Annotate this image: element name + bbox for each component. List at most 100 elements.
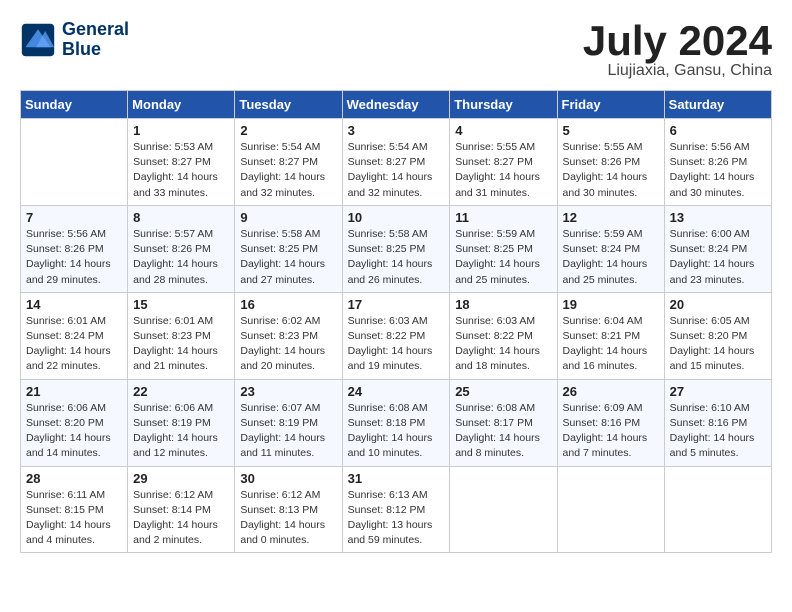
- calendar-cell: 1 Sunrise: 5:53 AMSunset: 8:27 PMDaylight…: [128, 119, 235, 206]
- day-number: 22: [133, 384, 229, 399]
- day-number: 25: [455, 384, 551, 399]
- day-info: Sunrise: 5:55 AMSunset: 8:27 PMDaylight:…: [455, 140, 551, 201]
- day-number: 27: [670, 384, 766, 399]
- day-info: Sunrise: 6:01 AMSunset: 8:24 PMDaylight:…: [26, 314, 122, 375]
- day-info: Sunrise: 5:54 AMSunset: 8:27 PMDaylight:…: [240, 140, 336, 201]
- month-title: July 2024: [583, 20, 772, 62]
- day-number: 12: [563, 210, 659, 225]
- logo-icon: [20, 22, 56, 58]
- day-info: Sunrise: 6:03 AMSunset: 8:22 PMDaylight:…: [455, 314, 551, 375]
- calendar-cell: 12 Sunrise: 5:59 AMSunset: 8:24 PMDayligh…: [557, 205, 664, 292]
- day-info: Sunrise: 6:02 AMSunset: 8:23 PMDaylight:…: [240, 314, 336, 375]
- day-info: Sunrise: 6:00 AMSunset: 8:24 PMDaylight:…: [670, 227, 766, 288]
- page-header: General Blue July 2024 Liujiaxia, Gansu,…: [20, 20, 772, 80]
- day-info: Sunrise: 5:57 AMSunset: 8:26 PMDaylight:…: [133, 227, 229, 288]
- day-info: Sunrise: 5:54 AMSunset: 8:27 PMDaylight:…: [348, 140, 445, 201]
- calendar-table: SundayMondayTuesdayWednesdayThursdayFrid…: [20, 90, 772, 553]
- day-info: Sunrise: 5:59 AMSunset: 8:25 PMDaylight:…: [455, 227, 551, 288]
- calendar-week-4: 21 Sunrise: 6:06 AMSunset: 8:20 PMDayligh…: [21, 379, 772, 466]
- calendar-week-3: 14 Sunrise: 6:01 AMSunset: 8:24 PMDayligh…: [21, 292, 772, 379]
- calendar-cell: 25 Sunrise: 6:08 AMSunset: 8:17 PMDayligh…: [450, 379, 557, 466]
- logo: General Blue: [20, 20, 129, 60]
- calendar-cell: 21 Sunrise: 6:06 AMSunset: 8:20 PMDayligh…: [21, 379, 128, 466]
- calendar-cell: 29 Sunrise: 6:12 AMSunset: 8:14 PMDayligh…: [128, 466, 235, 553]
- day-info: Sunrise: 5:59 AMSunset: 8:24 PMDaylight:…: [563, 227, 659, 288]
- calendar-cell: 4Sunrise: 5:55 AMSunset: 8:27 PMDaylight…: [450, 119, 557, 206]
- day-number: 17: [348, 297, 445, 312]
- day-number: 14: [26, 297, 122, 312]
- day-number: 8: [133, 210, 229, 225]
- calendar-cell: 6 Sunrise: 5:56 AMSunset: 8:26 PMDaylight…: [664, 119, 771, 206]
- day-info: Sunrise: 6:12 AMSunset: 8:14 PMDaylight:…: [133, 488, 229, 549]
- day-number: 19: [563, 297, 659, 312]
- day-number: 6: [670, 123, 766, 138]
- day-info: Sunrise: 6:07 AMSunset: 8:19 PMDaylight:…: [240, 401, 336, 462]
- calendar-cell: 23Sunrise: 6:07 AMSunset: 8:19 PMDayligh…: [235, 379, 342, 466]
- day-info: Sunrise: 6:13 AMSunset: 8:12 PMDaylight:…: [348, 488, 445, 549]
- calendar-cell: 15 Sunrise: 6:01 AMSunset: 8:23 PMDayligh…: [128, 292, 235, 379]
- day-info: Sunrise: 6:05 AMSunset: 8:20 PMDaylight:…: [670, 314, 766, 375]
- day-info: Sunrise: 5:55 AMSunset: 8:26 PMDaylight:…: [563, 140, 659, 201]
- day-number: 29: [133, 471, 229, 486]
- calendar-cell: 3Sunrise: 5:54 AMSunset: 8:27 PMDaylight…: [342, 119, 450, 206]
- day-info: Sunrise: 5:56 AMSunset: 8:26 PMDaylight:…: [670, 140, 766, 201]
- calendar-cell: 22Sunrise: 6:06 AMSunset: 8:19 PMDayligh…: [128, 379, 235, 466]
- day-info: Sunrise: 5:56 AMSunset: 8:26 PMDaylight:…: [26, 227, 122, 288]
- day-info: Sunrise: 6:04 AMSunset: 8:21 PMDaylight:…: [563, 314, 659, 375]
- weekday-header-row: SundayMondayTuesdayWednesdayThursdayFrid…: [21, 91, 772, 119]
- day-number: 2: [240, 123, 336, 138]
- day-number: 13: [670, 210, 766, 225]
- day-info: Sunrise: 5:58 AMSunset: 8:25 PMDaylight:…: [240, 227, 336, 288]
- day-number: 21: [26, 384, 122, 399]
- calendar-cell: 24Sunrise: 6:08 AMSunset: 8:18 PMDayligh…: [342, 379, 450, 466]
- weekday-friday: Friday: [557, 91, 664, 119]
- day-number: 1: [133, 123, 229, 138]
- day-number: 26: [563, 384, 659, 399]
- calendar-cell: 8 Sunrise: 5:57 AMSunset: 8:26 PMDaylight…: [128, 205, 235, 292]
- calendar-cell: 5 Sunrise: 5:55 AMSunset: 8:26 PMDaylight…: [557, 119, 664, 206]
- calendar-week-2: 7 Sunrise: 5:56 AMSunset: 8:26 PMDaylight…: [21, 205, 772, 292]
- calendar-cell: 10 Sunrise: 5:58 AMSunset: 8:25 PMDayligh…: [342, 205, 450, 292]
- day-number: 10: [348, 210, 445, 225]
- weekday-tuesday: Tuesday: [235, 91, 342, 119]
- weekday-sunday: Sunday: [21, 91, 128, 119]
- location-title: Liujiaxia, Gansu, China: [583, 62, 772, 80]
- calendar-cell: 18 Sunrise: 6:03 AMSunset: 8:22 PMDayligh…: [450, 292, 557, 379]
- calendar-cell: 17 Sunrise: 6:03 AMSunset: 8:22 PMDayligh…: [342, 292, 450, 379]
- calendar-cell: 31Sunrise: 6:13 AMSunset: 8:12 PMDayligh…: [342, 466, 450, 553]
- day-info: Sunrise: 5:58 AMSunset: 8:25 PMDaylight:…: [348, 227, 445, 288]
- calendar-cell: 16 Sunrise: 6:02 AMSunset: 8:23 PMDayligh…: [235, 292, 342, 379]
- day-number: 28: [26, 471, 122, 486]
- day-info: Sunrise: 5:53 AMSunset: 8:27 PMDaylight:…: [133, 140, 229, 201]
- day-number: 5: [563, 123, 659, 138]
- calendar-cell: 20Sunrise: 6:05 AMSunset: 8:20 PMDayligh…: [664, 292, 771, 379]
- day-number: 7: [26, 210, 122, 225]
- day-info: Sunrise: 6:12 AMSunset: 8:13 PMDaylight:…: [240, 488, 336, 549]
- day-info: Sunrise: 6:11 AMSunset: 8:15 PMDaylight:…: [26, 488, 122, 549]
- day-number: 16: [240, 297, 336, 312]
- calendar-cell: 9Sunrise: 5:58 AMSunset: 8:25 PMDaylight…: [235, 205, 342, 292]
- calendar-cell: 14 Sunrise: 6:01 AMSunset: 8:24 PMDayligh…: [21, 292, 128, 379]
- calendar-cell: 7 Sunrise: 5:56 AMSunset: 8:26 PMDaylight…: [21, 205, 128, 292]
- day-info: Sunrise: 6:10 AMSunset: 8:16 PMDaylight:…: [670, 401, 766, 462]
- calendar-week-1: 1 Sunrise: 5:53 AMSunset: 8:27 PMDaylight…: [21, 119, 772, 206]
- day-number: 18: [455, 297, 551, 312]
- day-number: 11: [455, 210, 551, 225]
- weekday-wednesday: Wednesday: [342, 91, 450, 119]
- calendar-cell: 30 Sunrise: 6:12 AMSunset: 8:13 PMDayligh…: [235, 466, 342, 553]
- logo-text: General Blue: [62, 20, 129, 60]
- day-number: 30: [240, 471, 336, 486]
- day-info: Sunrise: 6:08 AMSunset: 8:17 PMDaylight:…: [455, 401, 551, 462]
- calendar-cell: [21, 119, 128, 206]
- day-info: Sunrise: 6:03 AMSunset: 8:22 PMDaylight:…: [348, 314, 445, 375]
- day-info: Sunrise: 6:06 AMSunset: 8:20 PMDaylight:…: [26, 401, 122, 462]
- weekday-monday: Monday: [128, 91, 235, 119]
- calendar-cell: 11 Sunrise: 5:59 AMSunset: 8:25 PMDayligh…: [450, 205, 557, 292]
- calendar-week-5: 28 Sunrise: 6:11 AMSunset: 8:15 PMDayligh…: [21, 466, 772, 553]
- day-info: Sunrise: 6:09 AMSunset: 8:16 PMDaylight:…: [563, 401, 659, 462]
- calendar-cell: 28 Sunrise: 6:11 AMSunset: 8:15 PMDayligh…: [21, 466, 128, 553]
- day-number: 15: [133, 297, 229, 312]
- calendar-body: 1 Sunrise: 5:53 AMSunset: 8:27 PMDaylight…: [21, 119, 772, 553]
- day-info: Sunrise: 6:01 AMSunset: 8:23 PMDaylight:…: [133, 314, 229, 375]
- weekday-saturday: Saturday: [664, 91, 771, 119]
